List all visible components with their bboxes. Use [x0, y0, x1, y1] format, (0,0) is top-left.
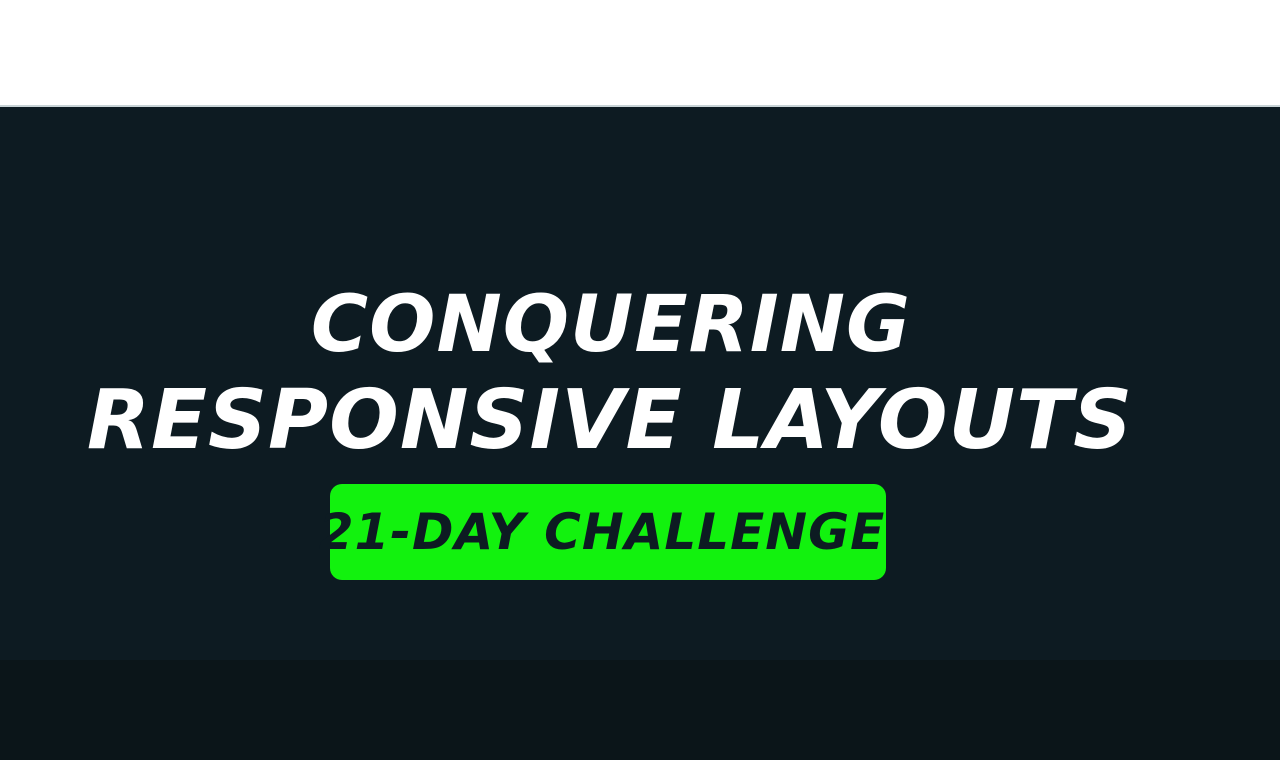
challenge-badge-label: 21-Day Challenge — [318, 503, 886, 561]
hero-title-line2: Responsive Layouts — [86, 373, 1134, 468]
hero-title-line1: Conquering — [310, 280, 912, 370]
hero-section: Conquering Responsive Layouts 21-Day Cha… — [0, 107, 1280, 660]
hero-title: Conquering Responsive Layouts — [0, 277, 1280, 469]
lower-section — [0, 660, 1280, 760]
challenge-badge: 21-Day Challenge — [319, 484, 886, 580]
top-bar — [0, 0, 1280, 107]
